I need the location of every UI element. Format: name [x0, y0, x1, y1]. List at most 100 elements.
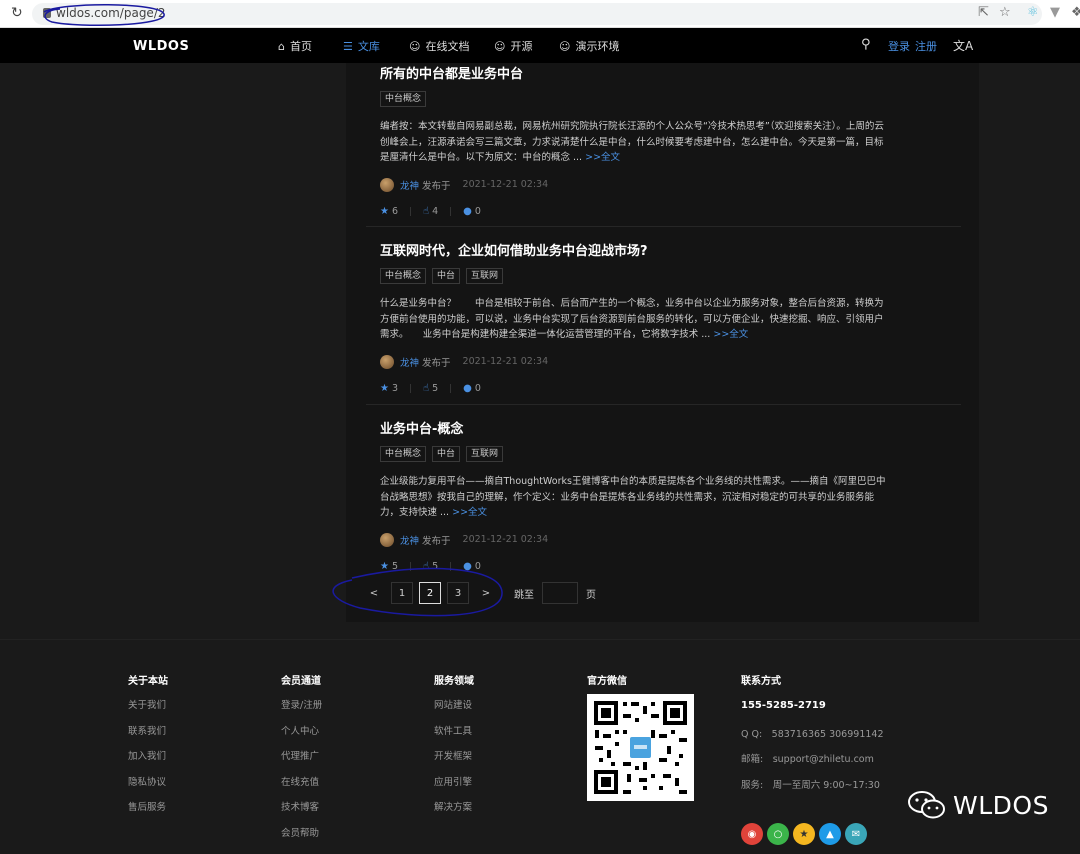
star-count[interactable]: ★ 6 — [380, 206, 398, 217]
footer-link[interactable]: 会员帮助 — [281, 828, 322, 854]
tag[interactable]: 中台 — [432, 268, 461, 284]
smile-icon: ☺ — [559, 39, 571, 53]
posted-label: 发布于 — [422, 357, 451, 369]
search-icon[interactable]: ⚲ — [861, 37, 871, 52]
like-count[interactable]: ☝ 4 — [423, 206, 438, 217]
footer-link[interactable]: 应用引擎 — [434, 777, 474, 803]
footer-link[interactable]: 登录/注册 — [281, 700, 322, 726]
comment-count[interactable]: ● 0 — [463, 383, 481, 394]
author-link[interactable]: 龙神 — [400, 178, 419, 192]
star-icon[interactable]: ★ — [793, 823, 815, 845]
nav-item-home[interactable]: ⌂ 首页 — [278, 38, 312, 54]
footer-link[interactable]: 解决方案 — [434, 802, 474, 828]
avatar[interactable] — [380, 354, 394, 369]
like-count[interactable]: ☝ 5 — [423, 383, 438, 394]
like-value: 4 — [432, 205, 439, 217]
author-link[interactable]: 龙神 — [400, 355, 419, 369]
article-title[interactable]: 业务中台-概念 — [380, 418, 900, 437]
login-link[interactable]: 登录 — [888, 38, 910, 54]
comment-count[interactable]: ● 0 — [463, 561, 481, 572]
comment-icon: ● — [463, 382, 472, 394]
next-page-button[interactable]: > — [472, 588, 500, 599]
divider — [450, 383, 452, 393]
share-icon[interactable]: ⇱ — [978, 5, 989, 20]
nav-item-opensource[interactable]: ☺ 开源 — [494, 38, 532, 54]
top-navbar: WLDOS ⌂ 首页 ☰ 文库 ☺ 在线文档 ☺ 开源 ☺ 演示环境 ⚲ 登录 注册 文A — [0, 28, 1080, 63]
footer-link[interactable]: 网站建设 — [434, 700, 474, 726]
article-excerpt: 企业级能力复用平台——摘自ThoughtWorks王健博客中台的本质是提炼各个业… — [380, 474, 890, 521]
comment-count[interactable]: ● 0 — [463, 206, 481, 217]
smile-icon: ☺ — [409, 39, 421, 53]
comment-value: 0 — [474, 205, 481, 217]
lock-icon — [43, 8, 51, 18]
qq-icon[interactable]: ▲ — [819, 823, 841, 845]
star-count[interactable]: ★ 3 — [380, 383, 398, 394]
post-date: 2021-12-21 02:34 — [462, 179, 549, 190]
social-links: ◉ ○ ★ ▲ ✉ — [741, 823, 867, 845]
puzzle-icon[interactable]: ❖ — [1071, 5, 1080, 20]
nav-item-demo[interactable]: ☺ 演示环境 — [559, 38, 619, 54]
read-more-link[interactable]: >>全文 — [585, 152, 620, 163]
article-card: 互联网时代，企业如何借助业务中台迎战市场? 中台概念 中台 互联网 什么是业务中… — [380, 240, 900, 394]
register-link[interactable]: 注册 — [915, 38, 937, 54]
mail-icon[interactable]: ✉ — [845, 823, 867, 845]
divider — [450, 561, 452, 571]
star-count[interactable]: ★ 5 — [380, 561, 398, 572]
react-icon[interactable]: ⚛ — [1027, 5, 1039, 20]
vue-icon[interactable]: ▼ — [1050, 5, 1060, 20]
thumbs-up-icon: ☝ — [423, 560, 430, 572]
star-icon[interactable]: ☆ — [999, 5, 1011, 20]
tag[interactable]: 中台概念 — [380, 446, 427, 462]
thumbs-up-icon: ☝ — [423, 205, 430, 217]
avatar[interactable] — [380, 177, 394, 192]
article-title[interactable]: 互联网时代，企业如何借助业务中台迎战市场? — [380, 240, 900, 259]
home-icon: ⌂ — [278, 39, 285, 53]
tag[interactable]: 互联网 — [466, 268, 504, 284]
like-value: 5 — [432, 382, 439, 394]
like-count[interactable]: ☝ 5 — [423, 561, 438, 572]
footer-link[interactable]: 代理推广 — [281, 751, 322, 777]
divider — [410, 206, 412, 216]
article-title[interactable]: 所有的中台都是业务中台 — [380, 63, 900, 82]
footer-link[interactable]: 软件工具 — [434, 726, 474, 752]
reload-icon[interactable]: ↻ — [11, 5, 23, 21]
tag[interactable]: 中台概念 — [380, 91, 427, 107]
url-text[interactable]: wldos.com/page/2 — [56, 6, 166, 20]
footer-link[interactable]: 加入我们 — [128, 751, 168, 777]
prev-page-button[interactable]: < — [360, 588, 388, 599]
footer-link[interactable]: 技术博客 — [281, 802, 322, 828]
jump-page-input[interactable] — [542, 582, 578, 604]
footer-link[interactable]: 在线充值 — [281, 777, 322, 803]
read-more-link[interactable]: >>全文 — [713, 329, 748, 340]
footer-link[interactable]: 售后服务 — [128, 802, 168, 828]
tag-list: 中台概念 — [380, 91, 900, 107]
page-1-button[interactable]: 1 — [391, 582, 413, 604]
divider — [410, 561, 412, 571]
tag[interactable]: 互联网 — [466, 446, 504, 462]
footer-heading: 官方微信 — [587, 676, 627, 687]
address-bar[interactable]: wldos.com/page/2 — [32, 3, 1042, 25]
weibo-icon[interactable]: ◉ — [741, 823, 763, 845]
footer-link[interactable]: 隐私协议 — [128, 777, 168, 803]
footer-link[interactable]: 开发框架 — [434, 751, 474, 777]
tag[interactable]: 中台 — [432, 446, 461, 462]
article-card: 业务中台-概念 中台概念 中台 互联网 企业级能力复用平台——摘自Thought… — [380, 418, 900, 572]
wechat-icon[interactable]: ○ — [767, 823, 789, 845]
avatar[interactable] — [380, 532, 394, 547]
nav-item-docs[interactable]: ☺ 在线文档 — [409, 38, 469, 54]
footer-link[interactable]: 关于我们 — [128, 700, 168, 726]
footer-heading: 会员通道 — [281, 676, 321, 687]
translate-icon[interactable]: 文A — [953, 37, 973, 54]
nav-item-library[interactable]: ☰ 文库 — [343, 38, 380, 54]
author-link[interactable]: 龙神 — [400, 533, 419, 547]
page-2-button[interactable]: 2 — [419, 582, 441, 604]
site-logo[interactable]: WLDOS — [133, 39, 189, 54]
pagination: < 1 2 3 > 跳至 页 — [360, 581, 596, 605]
page-3-button[interactable]: 3 — [447, 582, 469, 604]
posted-label: 发布于 — [422, 180, 451, 192]
footer-link[interactable]: 联系我们 — [128, 726, 168, 752]
tag-list: 中台概念 中台 互联网 — [380, 446, 900, 462]
tag[interactable]: 中台概念 — [380, 268, 427, 284]
read-more-link[interactable]: >>全文 — [452, 507, 487, 518]
footer-link[interactable]: 个人中心 — [281, 726, 322, 752]
